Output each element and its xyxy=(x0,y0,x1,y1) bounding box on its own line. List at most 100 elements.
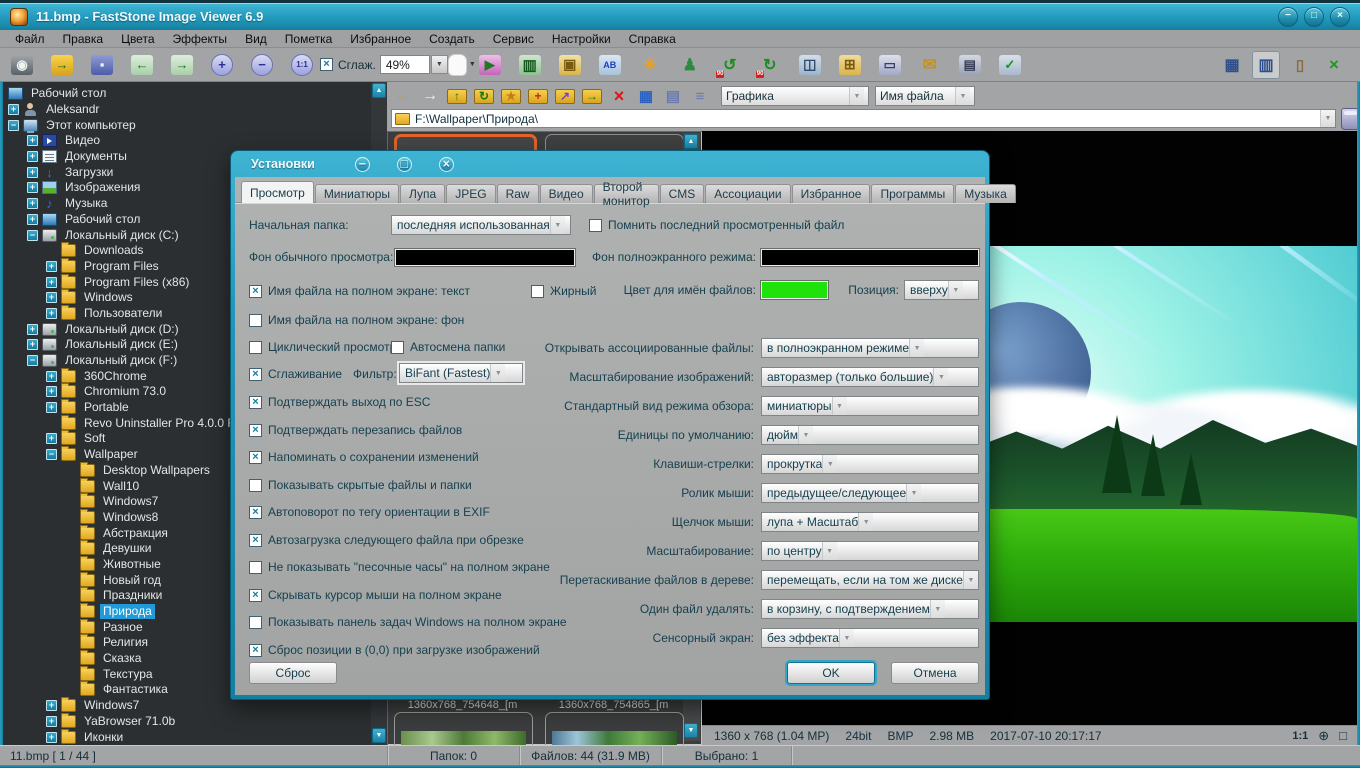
adjust-lighting-icon[interactable]: ☀ xyxy=(636,51,664,79)
start-folder-dropdown[interactable]: последняя использованная ▼ xyxy=(391,215,571,235)
favorites-folder-icon[interactable]: ★ xyxy=(499,84,523,108)
slideshow-icon[interactable]: ▶ xyxy=(476,51,504,79)
actual-size-icon[interactable]: 1:1 xyxy=(288,51,316,79)
layout-windows-icon[interactable]: ▦ xyxy=(1218,51,1246,79)
menu-item[interactable]: Пометка xyxy=(276,30,342,48)
dropdown[interactable]: предыдущее/следующее▼ xyxy=(761,483,979,503)
expander-icon[interactable]: + xyxy=(27,135,38,146)
dialog-close-button[interactable]: × xyxy=(439,157,454,172)
dialog-tab[interactable]: Избранное xyxy=(792,184,871,203)
bg-fullscreen-swatch[interactable] xyxy=(761,249,979,266)
restore-button[interactable]: □ xyxy=(1304,7,1324,27)
checkbox[interactable] xyxy=(589,219,602,232)
thumbnail[interactable] xyxy=(545,712,684,745)
convert-icon[interactable]: ✓ xyxy=(996,51,1024,79)
zoom-in-icon[interactable]: + xyxy=(208,51,236,79)
scroll-down-button[interactable]: ▼ xyxy=(372,728,386,743)
forward-icon[interactable]: → xyxy=(418,84,442,108)
checkbox[interactable] xyxy=(249,314,262,327)
dropdown[interactable]: в полноэкранном режиме▼ xyxy=(761,338,979,358)
zoom-dropdown-button[interactable]: ▼ xyxy=(431,55,448,74)
hand-tool-button[interactable]: ▼ xyxy=(448,54,476,76)
expander-icon[interactable]: − xyxy=(46,449,57,460)
zoom-input[interactable]: 49% xyxy=(380,55,430,74)
fit-window-icon[interactable]: □ xyxy=(1339,728,1347,743)
sort-dropdown[interactable]: Имя файла ▼ xyxy=(875,86,975,106)
scroll-down-button[interactable]: ▼ xyxy=(684,723,698,738)
expander-icon[interactable]: + xyxy=(46,261,57,272)
checkbox[interactable] xyxy=(531,285,544,298)
expander-icon[interactable]: + xyxy=(27,214,38,225)
tree-item[interactable]: +Windows7 xyxy=(3,698,369,714)
close-button[interactable]: × xyxy=(1330,7,1350,27)
expander-icon[interactable]: + xyxy=(46,402,57,413)
dropdown[interactable]: в корзину, с подтверждением▼ xyxy=(761,599,979,619)
expander-icon[interactable]: + xyxy=(46,732,57,743)
expander-icon[interactable]: − xyxy=(8,120,19,131)
position-dropdown[interactable]: вверху ▼ xyxy=(904,280,979,300)
layout-viewer-icon[interactable]: ▯ xyxy=(1286,51,1314,79)
dialog-tab[interactable]: Музыка xyxy=(955,184,1015,203)
dropdown[interactable]: без эффекта▼ xyxy=(761,628,979,648)
acquire-photo-icon[interactable]: ◉ xyxy=(8,51,36,79)
smooth-checkbox[interactable]: × xyxy=(320,58,333,71)
expander-icon[interactable]: + xyxy=(46,277,57,288)
tree-item[interactable]: +Иконки xyxy=(3,729,369,745)
expander-icon[interactable]: + xyxy=(46,386,57,397)
expander-icon[interactable]: + xyxy=(8,104,19,115)
menu-item[interactable]: Создать xyxy=(420,30,484,48)
tree-item[interactable]: −Этот компьютер xyxy=(3,117,369,133)
thumbnail[interactable] xyxy=(394,712,533,745)
draw-board-icon[interactable]: AB xyxy=(596,51,624,79)
menu-item[interactable]: Вид xyxy=(236,30,276,48)
scan-icon[interactable]: ▭ xyxy=(876,51,904,79)
tree-item[interactable]: +YaBrowser 71.0b xyxy=(3,714,369,730)
rotate-left-icon[interactable]: ↺90 xyxy=(716,51,744,79)
dropdown[interactable]: авторазмер (только большие)▼ xyxy=(761,367,979,387)
dialog-tab[interactable]: Просмотр xyxy=(241,181,314,203)
tree-item[interactable]: Рабочий стол xyxy=(3,86,369,102)
up-folder-icon[interactable]: ↑ xyxy=(445,84,469,108)
expander-icon[interactable]: + xyxy=(27,182,38,193)
prev-image-icon[interactable]: ← xyxy=(128,51,156,79)
expander-icon[interactable]: + xyxy=(46,700,57,711)
expander-icon[interactable]: + xyxy=(46,433,57,444)
dropdown[interactable]: миниатюры▼ xyxy=(761,396,979,416)
checkbox[interactable]: × xyxy=(249,285,262,298)
dropdown[interactable]: лупа + Масштаб▼ xyxy=(761,512,979,532)
view-thumbnails-icon[interactable]: ▦ xyxy=(634,84,658,108)
dialog-tab[interactable]: Программы xyxy=(871,184,954,203)
next-image-icon[interactable]: → xyxy=(168,51,196,79)
expander-icon[interactable]: + xyxy=(46,371,57,382)
dialog-tab[interactable]: CMS xyxy=(660,184,705,203)
move-to-folder-icon[interactable]: ↗ xyxy=(553,84,577,108)
expander-icon[interactable]: + xyxy=(46,308,57,319)
open-file-icon[interactable]: → xyxy=(48,51,76,79)
rotate-right-icon[interactable]: ↻90 xyxy=(756,51,784,79)
email-icon[interactable]: ✉ xyxy=(916,51,944,79)
menu-item[interactable]: Правка xyxy=(54,30,113,48)
fullscreen-icon[interactable]: × xyxy=(1320,51,1348,79)
refresh-icon[interactable]: ↻ xyxy=(472,84,496,108)
cancel-button[interactable]: Отмена xyxy=(891,662,979,684)
pan-icon[interactable]: ⊕ xyxy=(1318,728,1329,744)
scroll-up-button[interactable]: ▲ xyxy=(372,83,386,98)
zoom-out-icon[interactable]: − xyxy=(248,51,276,79)
expander-icon[interactable]: + xyxy=(27,151,38,162)
dropdown[interactable]: перемещать, если на том же диске▼ xyxy=(761,570,979,590)
expander-icon[interactable]: + xyxy=(27,198,38,209)
minimize-button[interactable]: − xyxy=(1278,7,1298,27)
menu-item[interactable]: Цвета xyxy=(112,30,163,48)
dropdown[interactable]: прокрутка▼ xyxy=(761,454,979,474)
expander-icon[interactable]: − xyxy=(27,230,38,241)
tree-item[interactable]: +Видео xyxy=(3,133,369,149)
new-folder-icon[interactable]: + xyxy=(526,84,550,108)
dialog-tab[interactable]: JPEG xyxy=(446,184,495,203)
filename-color-swatch[interactable] xyxy=(761,281,828,299)
view-details-icon[interactable]: ▤ xyxy=(661,84,685,108)
save-as-icon[interactable]: ▪ xyxy=(88,51,116,79)
menu-item[interactable]: Эффекты xyxy=(164,30,237,48)
menu-item[interactable]: Файл xyxy=(6,30,54,48)
dialog-tab[interactable]: Raw xyxy=(497,184,539,203)
menu-item[interactable]: Избранное xyxy=(341,30,420,48)
